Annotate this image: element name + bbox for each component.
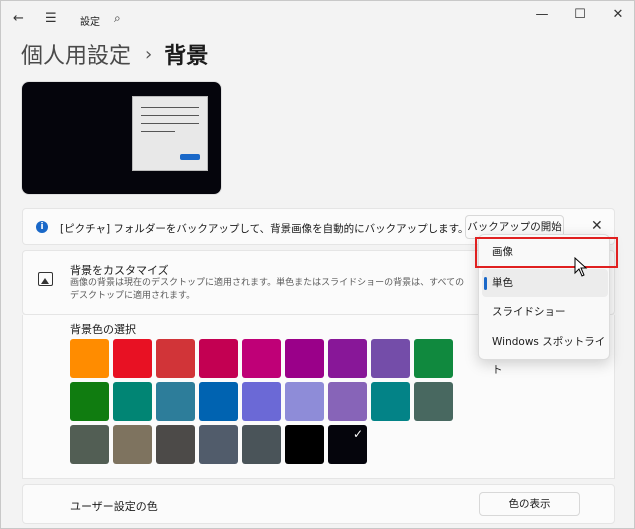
image-icon	[38, 272, 53, 286]
color-swatch[interactable]: ✓	[328, 425, 367, 464]
color-swatch[interactable]	[328, 382, 367, 421]
color-swatch-grid: ✓	[70, 339, 453, 464]
app-title: 設定	[80, 17, 100, 28]
desktop-preview	[21, 81, 222, 195]
color-swatch[interactable]	[70, 425, 109, 464]
color-swatch[interactable]	[371, 382, 410, 421]
color-swatch[interactable]	[328, 339, 367, 378]
color-swatch[interactable]	[156, 425, 195, 464]
option-slideshow[interactable]: スライドショー	[482, 298, 608, 326]
option-solid-color[interactable]: 単色	[482, 269, 608, 297]
option-windows-spotlight[interactable]: Windows スポットライト	[482, 328, 608, 376]
page-title: 背景	[164, 44, 209, 69]
color-swatch[interactable]	[156, 339, 195, 378]
color-swatch[interactable]	[113, 382, 152, 421]
color-swatch[interactable]	[113, 425, 152, 464]
color-swatch[interactable]	[199, 425, 238, 464]
color-swatch[interactable]	[156, 382, 195, 421]
menu-icon[interactable]: ☰	[45, 11, 57, 26]
minimize-button[interactable]: —	[532, 7, 552, 22]
color-swatch[interactable]	[242, 382, 281, 421]
color-swatch[interactable]	[285, 339, 324, 378]
color-swatch[interactable]	[414, 339, 453, 378]
checkmark-icon: ✓	[352, 427, 363, 441]
color-swatch[interactable]	[70, 339, 109, 378]
color-swatch[interactable]	[70, 382, 109, 421]
back-arrow-icon[interactable]: ←	[13, 11, 24, 26]
color-swatch[interactable]	[242, 339, 281, 378]
color-swatch[interactable]	[113, 339, 152, 378]
breadcrumb: 個人用設定 › 背景	[21, 38, 209, 70]
infobar-text: [ピクチャ] フォルダーをバックアップして、背景画像を自動的にバックアップします…	[60, 223, 469, 235]
color-swatch[interactable]	[199, 339, 238, 378]
customize-title: 背景をカスタマイズ	[70, 264, 169, 277]
color-swatch[interactable]	[371, 339, 410, 378]
breadcrumb-separator: ›	[145, 43, 153, 65]
highlight-box	[475, 237, 618, 268]
color-swatch[interactable]	[242, 425, 281, 464]
custom-color-row: ユーザー設定の色 色の表示	[22, 484, 615, 524]
info-icon: i	[36, 221, 48, 233]
close-icon[interactable]: ✕	[591, 218, 603, 234]
color-swatch[interactable]	[285, 382, 324, 421]
color-swatch[interactable]	[285, 425, 324, 464]
preview-window	[132, 96, 208, 171]
maximize-button[interactable]: ☐	[570, 7, 590, 22]
custom-color-label: ユーザー設定の色	[70, 500, 158, 513]
customize-description: 画像の背景は現在のデスクトップに適用されます。単色またはスライドショーの背景は、…	[70, 278, 465, 301]
breadcrumb-parent[interactable]: 個人用設定	[21, 38, 131, 70]
close-window-button[interactable]: ✕	[608, 7, 628, 22]
color-swatch[interactable]	[414, 382, 453, 421]
selected-indicator	[484, 277, 487, 290]
title-bar: ← ☰ 設定 ⌕ — ☐ ✕	[1, 1, 634, 39]
search-icon[interactable]: ⌕	[114, 11, 121, 26]
color-section-title: 背景色の選択	[70, 323, 136, 336]
show-colors-button[interactable]: 色の表示	[479, 492, 580, 516]
color-swatch[interactable]	[199, 382, 238, 421]
mouse-cursor-icon	[574, 257, 588, 277]
